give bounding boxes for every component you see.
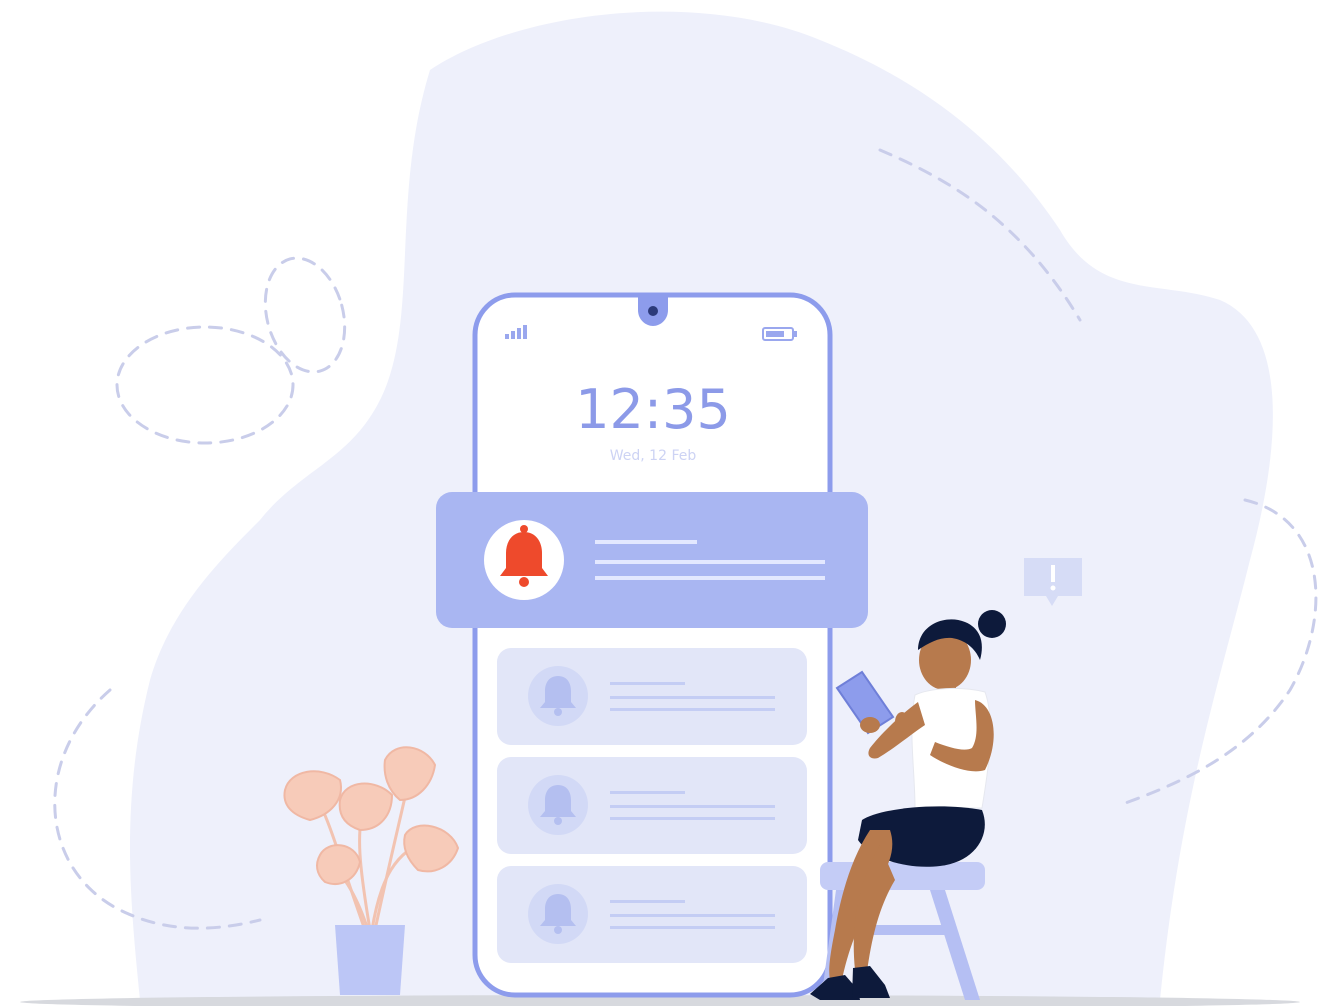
notification-card: [497, 648, 807, 745]
plant-pot: [335, 925, 405, 995]
illustration: 12:35 Wed, 12 Feb: [20, 11, 1318, 1006]
phone-date: Wed, 12 Feb: [610, 448, 697, 464]
phone-clock: 12:35: [575, 378, 731, 441]
notification-card: [497, 866, 807, 963]
notification-card: [497, 757, 807, 854]
active-notification: [436, 492, 868, 628]
